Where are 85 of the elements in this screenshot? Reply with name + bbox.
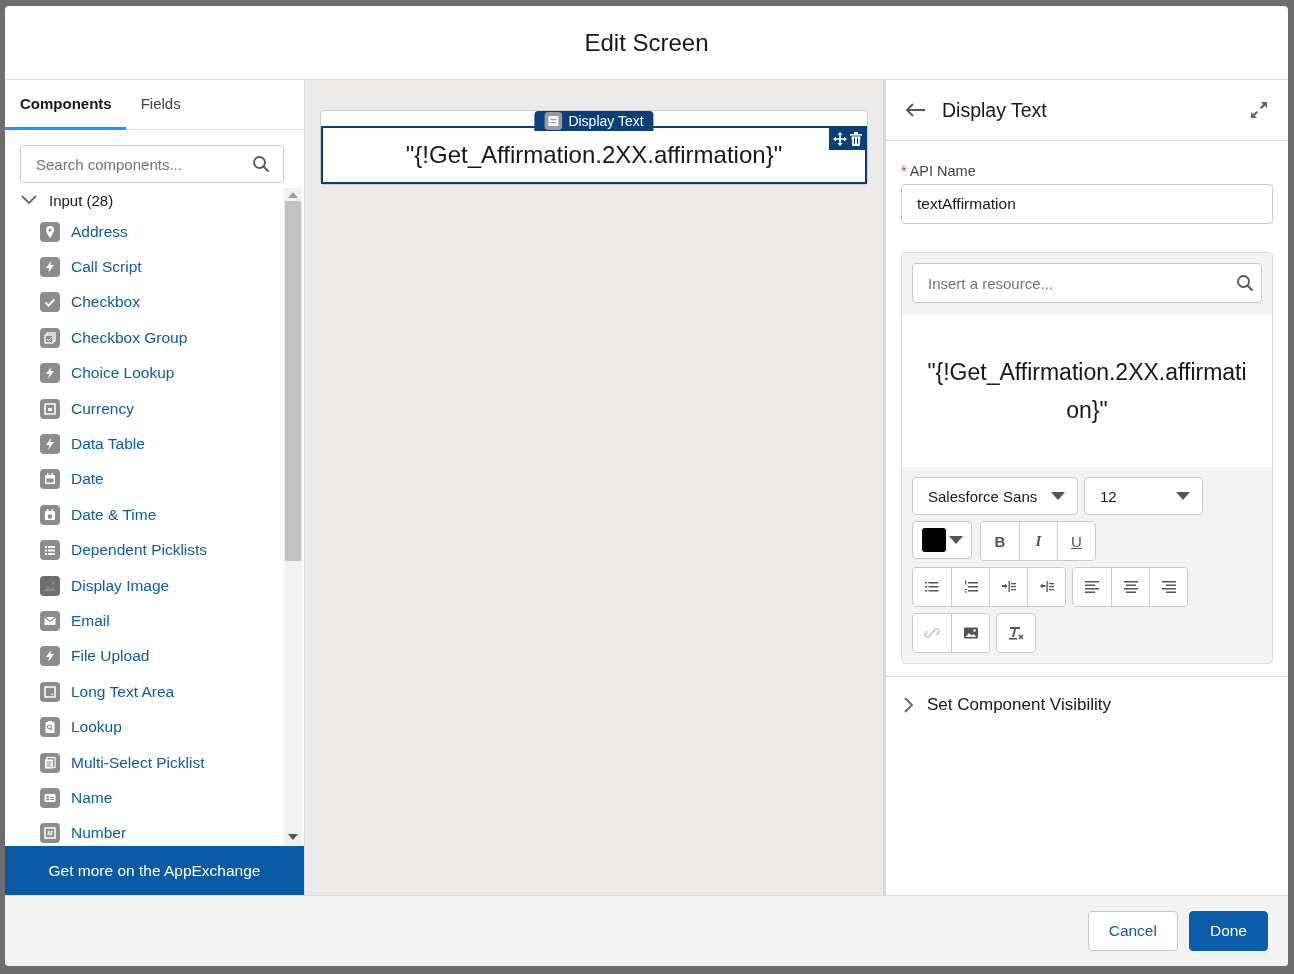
checkmark-icon (40, 292, 60, 313)
trash-icon[interactable] (850, 132, 862, 146)
required-mark: * (901, 163, 907, 179)
bolt-icon (40, 257, 60, 278)
chevron-icon (21, 195, 37, 205)
component-item[interactable]: Call Script (71, 258, 142, 277)
caret-icon (1176, 492, 1190, 500)
caret-icon (948, 536, 963, 544)
pin-icon (40, 221, 60, 242)
appexchange-button[interactable]: Get more on the AppExchange (5, 846, 304, 895)
envelope-icon (40, 611, 60, 631)
display-text: "{!Get_Affirmation.2XX.affirmation}" (405, 141, 783, 169)
component-item[interactable]: File Upload (71, 647, 150, 666)
toolbar-button[interactable] (1149, 568, 1187, 606)
component-item[interactable]: Lookup (71, 718, 122, 737)
text-block-icon (544, 112, 563, 130)
component-item[interactable]: Data Table (71, 435, 145, 454)
list-icon (40, 540, 60, 561)
component-item[interactable]: Currency (71, 399, 134, 418)
visibility-section[interactable]: Set Component Visibility (886, 676, 1288, 733)
image-icon (40, 575, 60, 596)
api-name-field[interactable]: textAffirmation (901, 184, 1273, 224)
component-item[interactable]: Date & Time (71, 505, 157, 524)
toolbar-button[interactable] (951, 614, 989, 652)
calendar-icon (40, 504, 60, 525)
frame-icon (40, 398, 60, 419)
bolt-icon (40, 363, 60, 384)
link-icon (924, 625, 940, 641)
component-item[interactable]: Checkbox Group (71, 328, 188, 347)
component-item[interactable]: Long Text Area (71, 682, 175, 701)
component-item[interactable]: Email (71, 612, 110, 630)
toolbar-button[interactable] (996, 613, 1036, 653)
component-card[interactable]: Display Text "{!Get_Affirmation.2XX.affirmation}" (320, 110, 868, 185)
component-item[interactable]: Name (71, 788, 113, 807)
component-type-label: Display Text (568, 112, 644, 131)
tab[interactable]: Fields (125, 80, 196, 130)
tab[interactable]: Components (5, 80, 126, 130)
bolt-icon (40, 434, 60, 455)
text-area-icon (40, 681, 60, 702)
format-button[interactable]: U (1057, 522, 1095, 560)
bulleted-list-icon (924, 579, 940, 595)
footer-button[interactable]: Cancel (1087, 911, 1178, 951)
caret-icon (1051, 492, 1065, 500)
outdent-icon (1038, 579, 1055, 595)
calendar-icon (40, 469, 60, 490)
align-right-icon (1160, 579, 1177, 595)
search-field[interactable]: Search components... (20, 145, 284, 183)
tree-group[interactable]: Input (28) (5, 190, 120, 210)
checkbox-group-icon (40, 327, 60, 348)
panel-title: Display Text (942, 98, 1048, 122)
toolbar-button[interactable] (1027, 568, 1065, 606)
scroll-down-arrow-icon[interactable] (288, 834, 298, 840)
component-item[interactable]: Number (71, 824, 127, 843)
align-center-icon (1122, 579, 1139, 595)
font-dropdown[interactable]: Salesforce Sans (912, 477, 1078, 515)
image-icon (962, 625, 979, 641)
id-card-icon (40, 787, 60, 808)
align-left-icon (1084, 579, 1100, 595)
search-icon (252, 155, 270, 173)
indent-icon (1000, 579, 1017, 595)
field-label: API Name (909, 163, 976, 179)
component-item[interactable]: Date (71, 470, 104, 489)
component-item[interactable]: Checkbox (71, 293, 140, 312)
move-icon[interactable] (833, 132, 847, 146)
hash-icon (40, 823, 60, 844)
expand-icon[interactable] (1250, 101, 1268, 119)
numbered-list-icon (962, 579, 979, 595)
search-icon (1236, 274, 1254, 292)
clear-formatting-icon (1007, 625, 1025, 641)
size-dropdown[interactable]: 12 (1084, 477, 1203, 515)
text-color-button[interactable] (912, 521, 972, 559)
scrollbar[interactable] (284, 188, 302, 846)
component-item[interactable]: Display Image (71, 576, 170, 595)
component-item[interactable]: Choice Lookup (71, 364, 175, 383)
window-title: Edit Screen (584, 28, 709, 57)
component-item[interactable]: Multi-Select Picklist (71, 753, 205, 772)
component-item[interactable]: Dependent Picklists (71, 541, 208, 560)
resource-search-field[interactable]: Insert a resource... (912, 263, 1262, 303)
stacked-list-icon (40, 752, 60, 773)
clipboard-icon (40, 717, 60, 738)
chevron-icon (904, 697, 914, 713)
footer-button[interactable]: Done (1188, 911, 1268, 951)
back-arrow-icon[interactable] (906, 103, 926, 117)
bolt-icon (40, 646, 60, 667)
component-item[interactable]: Address (71, 222, 128, 241)
